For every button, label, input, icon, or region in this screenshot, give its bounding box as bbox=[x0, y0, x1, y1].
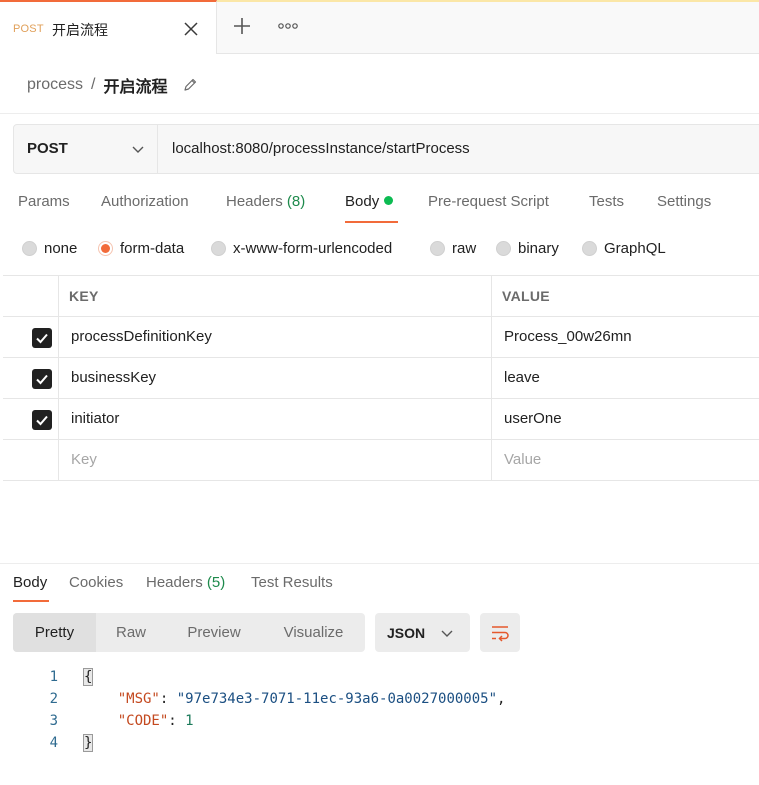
wrap-lines-icon bbox=[492, 626, 509, 642]
response-divider bbox=[0, 563, 759, 564]
tab-tests[interactable]: Tests bbox=[589, 193, 624, 210]
chevron-down-icon bbox=[441, 630, 453, 637]
view-visualize[interactable]: Visualize bbox=[262, 613, 365, 652]
tab-params[interactable]: Params bbox=[18, 193, 70, 210]
checkbox-checked-icon[interactable] bbox=[32, 369, 52, 389]
form-data-table: KEY VALUE processDefinitionKey Process_0… bbox=[3, 275, 759, 481]
table-row: initiator userOne bbox=[3, 399, 759, 440]
line-number: 4 bbox=[49, 735, 58, 751]
radio-none[interactable]: none bbox=[22, 240, 77, 257]
more-icon[interactable] bbox=[278, 18, 298, 34]
tab-body[interactable]: Body bbox=[345, 193, 394, 210]
checkbox-checked-icon[interactable] bbox=[32, 328, 52, 348]
response-tab-headers[interactable]: Headers (5) bbox=[146, 574, 225, 591]
key-placeholder[interactable]: Key bbox=[71, 451, 97, 468]
breadcrumb-request-name[interactable]: 开启流程 bbox=[103, 73, 167, 97]
table-row: processDefinitionKey Process_00w26mn bbox=[3, 317, 759, 358]
row-value[interactable]: userOne bbox=[504, 410, 562, 427]
json-value-code: 1 bbox=[185, 713, 194, 729]
checkbox-checked-icon[interactable] bbox=[32, 410, 52, 430]
table-row: businessKey leave bbox=[3, 358, 759, 399]
breadcrumb: process / 开启流程 bbox=[27, 74, 198, 96]
breadcrumb-collection[interactable]: process bbox=[27, 76, 83, 94]
request-tab[interactable]: POST 开启流程 bbox=[0, 0, 217, 54]
json-key-code: "CODE" bbox=[117, 713, 169, 729]
header-divider bbox=[0, 113, 759, 114]
url-input[interactable]: localhost:8080/processInstance/startProc… bbox=[172, 140, 470, 157]
radio-graphql[interactable]: GraphQL bbox=[582, 240, 666, 257]
line-number: 3 bbox=[49, 713, 58, 729]
radio-raw[interactable]: raw bbox=[430, 240, 476, 257]
radio-circle bbox=[430, 241, 445, 256]
response-headers-count: (5) bbox=[206, 574, 226, 591]
open-brace: { bbox=[82, 668, 94, 686]
radio-circle bbox=[496, 241, 511, 256]
view-raw[interactable]: Raw bbox=[96, 613, 166, 652]
edit-icon[interactable] bbox=[182, 77, 198, 93]
line-number: 2 bbox=[49, 691, 58, 707]
value-column-header: VALUE bbox=[502, 288, 550, 304]
json-value-msg: "97e734e3-7071-11ec-93a6-0a0027000005" bbox=[176, 691, 498, 707]
tab-bar: POST 开启流程 bbox=[0, 0, 759, 54]
body-active-dot bbox=[384, 196, 394, 205]
line-number: 1 bbox=[49, 669, 58, 685]
radio-circle bbox=[22, 241, 37, 256]
format-select[interactable]: JSON bbox=[375, 613, 470, 652]
response-tab-test-results[interactable]: Test Results bbox=[251, 574, 333, 591]
tab-method-label: POST bbox=[13, 23, 44, 35]
json-key-msg: "MSG" bbox=[117, 691, 160, 707]
method-select[interactable]: POST bbox=[14, 125, 158, 173]
view-mode-selector: Pretty Raw Preview Visualize bbox=[13, 613, 365, 652]
radio-x-www-form-urlencoded[interactable]: x-www-form-urlencoded bbox=[211, 240, 392, 257]
row-key[interactable]: processDefinitionKey bbox=[71, 328, 212, 345]
row-value[interactable]: Process_00w26mn bbox=[504, 328, 632, 345]
method-label: POST bbox=[27, 140, 68, 157]
row-key[interactable]: businessKey bbox=[71, 369, 156, 386]
close-brace: } bbox=[82, 734, 94, 752]
chevron-down-icon bbox=[132, 146, 144, 153]
tab-settings[interactable]: Settings bbox=[657, 193, 711, 210]
response-tab-body[interactable]: Body bbox=[13, 574, 47, 591]
view-preview[interactable]: Preview bbox=[166, 613, 262, 652]
tab-authorization[interactable]: Authorization bbox=[101, 193, 189, 210]
view-pretty[interactable]: Pretty bbox=[13, 613, 96, 652]
active-tab-underline bbox=[345, 221, 398, 223]
radio-circle bbox=[211, 241, 226, 256]
breadcrumb-separator: / bbox=[91, 76, 96, 93]
headers-count: (8) bbox=[286, 193, 306, 210]
tab-bar-accent bbox=[217, 0, 759, 2]
wrap-lines-button[interactable] bbox=[480, 613, 520, 652]
tab-headers[interactable]: Headers (8) bbox=[226, 193, 305, 210]
row-key[interactable]: initiator bbox=[71, 410, 119, 427]
tab-title: 开启流程 bbox=[52, 22, 108, 38]
key-column-header: KEY bbox=[69, 288, 99, 304]
radio-circle bbox=[582, 241, 597, 256]
radio-binary[interactable]: binary bbox=[496, 240, 559, 257]
value-placeholder[interactable]: Value bbox=[504, 451, 541, 468]
table-header-row: KEY VALUE bbox=[3, 275, 759, 317]
response-tab-cookies[interactable]: Cookies bbox=[69, 574, 123, 591]
tab-pre-request-script[interactable]: Pre-request Script bbox=[428, 193, 549, 210]
format-label: JSON bbox=[387, 625, 426, 641]
table-row-empty: Key Value bbox=[3, 440, 759, 481]
plus-icon[interactable] bbox=[232, 16, 252, 36]
row-value[interactable]: leave bbox=[504, 369, 540, 386]
response-tab-underline bbox=[13, 600, 49, 602]
close-icon[interactable] bbox=[183, 21, 199, 37]
radio-form-data[interactable]: form-data bbox=[98, 240, 184, 257]
radio-circle-selected bbox=[98, 241, 113, 256]
url-bar: POST localhost:8080/processInstance/star… bbox=[13, 124, 759, 174]
